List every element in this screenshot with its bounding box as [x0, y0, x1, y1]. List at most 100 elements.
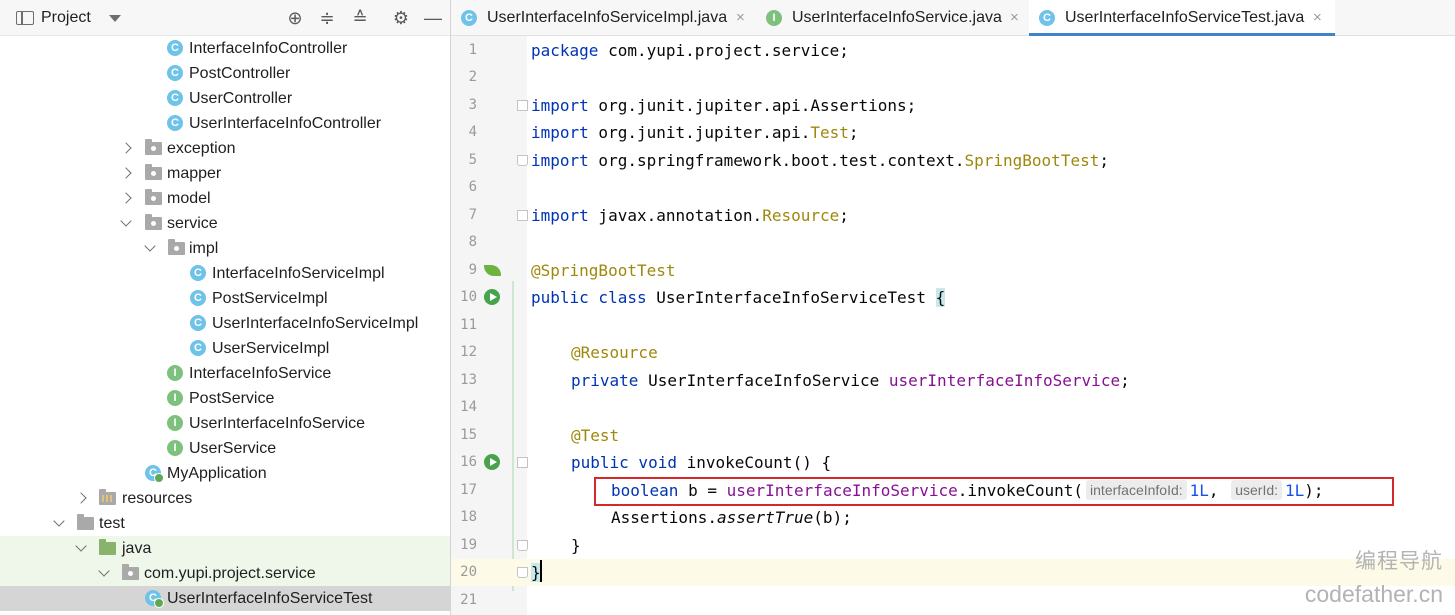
class-icon: C — [461, 10, 477, 26]
code-line: 12 @Resource — [451, 339, 1455, 366]
code-line: 16 public void invokeCount() { — [451, 449, 1455, 476]
chevron-right-icon[interactable] — [74, 486, 88, 511]
line-number: 15 — [460, 427, 477, 443]
chevron-right-icon[interactable] — [119, 161, 133, 186]
tree-item-selected[interactable]: C UserInterfaceInfoServiceTest — [0, 586, 450, 611]
tree-item[interactable]: C UserInterfaceInfoServiceImpl — [0, 311, 450, 336]
tree-item[interactable]: com.yupi.project.service — [0, 561, 450, 586]
chevron-down-icon[interactable] — [74, 536, 88, 561]
view-dropdown-icon[interactable] — [109, 15, 121, 22]
code-text: Assertions.assertTrue(b); — [611, 508, 852, 527]
project-view-title[interactable]: Project — [41, 9, 91, 27]
test-source-folder-icon — [99, 539, 116, 555]
tree-item-label: java — [122, 540, 152, 557]
package-folder-icon — [145, 214, 162, 230]
class-icon: C — [190, 265, 206, 281]
tree-item-label: InterfaceInfoService — [189, 365, 332, 382]
tree-item-label: UserServiceImpl — [212, 340, 330, 357]
code-editor[interactable]: 1 package com.yupi.project.service; 2 3 … — [451, 36, 1455, 615]
line-number: 14 — [460, 399, 477, 415]
fold-icon[interactable] — [517, 210, 528, 221]
tree-item[interactable]: mapper — [0, 161, 450, 186]
run-test-icon[interactable] — [484, 454, 500, 470]
tree-item[interactable]: I InterfaceInfoService — [0, 361, 450, 386]
close-icon[interactable]: × — [1010, 0, 1019, 36]
chevron-right-icon[interactable] — [119, 186, 133, 211]
tree-item[interactable]: test — [0, 511, 450, 536]
tree-item[interactable]: I UserService — [0, 436, 450, 461]
line-number: 1 — [468, 42, 477, 58]
spring-bean-icon[interactable] — [484, 265, 501, 276]
tree-item[interactable]: exception — [0, 136, 450, 161]
tree-item[interactable]: C UserInterfaceInfoController — [0, 111, 450, 136]
chevron-down-icon[interactable] — [97, 561, 111, 586]
fold-icon[interactable] — [517, 457, 528, 468]
tree-item[interactable]: C InterfaceInfoServiceImpl — [0, 261, 450, 286]
fold-icon[interactable] — [517, 100, 528, 111]
package-folder-icon — [145, 139, 162, 155]
hide-panel-icon[interactable]: — — [423, 8, 443, 28]
tree-item-label: exception — [167, 140, 236, 157]
tree-item-label: PostService — [189, 390, 275, 407]
tree-item[interactable]: resources — [0, 486, 450, 511]
code-line: 18 Assertions.assertTrue(b); — [451, 504, 1455, 531]
chevron-down-icon[interactable] — [119, 211, 133, 236]
expand-all-icon[interactable]: ≑ — [317, 8, 337, 28]
tree-item-label: UserController — [189, 90, 293, 107]
project-window-icon — [16, 11, 34, 25]
code-line: 6 — [451, 174, 1455, 201]
tree-item[interactable]: C PostController — [0, 61, 450, 86]
tree-item[interactable]: C MyApplication — [0, 461, 450, 486]
interface-icon: I — [167, 390, 183, 406]
interface-icon: I — [766, 10, 782, 26]
tree-item[interactable]: model — [0, 186, 450, 211]
class-icon: C — [167, 115, 183, 131]
tree-item[interactable]: java — [0, 536, 450, 561]
tab-userinterfaceinfoservice[interactable]: I UserInterfaceInfoService.java × — [756, 0, 1028, 36]
line-number: 19 — [460, 537, 477, 553]
code-line: 4 import org.junit.jupiter.api.Test; — [451, 119, 1455, 146]
code-text: private UserInterfaceInfoService userInt… — [571, 371, 1130, 390]
tab-userinterfaceinfoservicetest[interactable]: C UserInterfaceInfoServiceTest.java × — [1029, 0, 1335, 36]
line-number: 8 — [468, 234, 477, 250]
line-number: 12 — [460, 344, 477, 360]
code-line: 5 import org.springframework.boot.test.c… — [451, 147, 1455, 174]
tree-item[interactable]: C UserServiceImpl — [0, 336, 450, 361]
tree-item[interactable]: I PostService — [0, 386, 450, 411]
close-icon[interactable]: × — [736, 0, 745, 36]
tree-item[interactable]: impl — [0, 236, 450, 261]
locate-file-icon[interactable]: ⊕ — [285, 8, 305, 28]
gear-icon[interactable]: ⚙ — [391, 8, 411, 28]
code-line: 13 private UserInterfaceInfoService user… — [451, 367, 1455, 394]
highlight-box — [594, 477, 1394, 506]
class-icon: C — [167, 90, 183, 106]
code-text: import org.junit.jupiter.api.Test; — [531, 123, 859, 142]
close-icon[interactable]: × — [1313, 0, 1322, 36]
package-folder-icon — [145, 189, 162, 205]
interface-icon: I — [167, 415, 183, 431]
run-test-icon[interactable] — [484, 289, 500, 305]
project-header: Project ⊕ ≑ ≙ ⚙ — — [0, 0, 450, 36]
code-text: @Resource — [571, 343, 658, 362]
tab-label: UserInterfaceInfoService.java — [792, 9, 1002, 26]
tree-item[interactable]: C InterfaceInfoController — [0, 36, 450, 61]
chevron-down-icon[interactable] — [143, 236, 157, 261]
tree-item-label: PostServiceImpl — [212, 290, 328, 307]
tab-userinterfaceinfoserviceimpl[interactable]: C UserInterfaceInfoServiceImpl.java × — [451, 0, 755, 36]
tree-item-label: UserService — [189, 440, 277, 457]
tree-item[interactable]: C UserController — [0, 86, 450, 111]
chevron-right-icon[interactable] — [119, 136, 133, 161]
code-text: import javax.annotation.Resource; — [531, 206, 849, 225]
code-line: 2 — [451, 64, 1455, 91]
tree-item[interactable]: C PostServiceImpl — [0, 286, 450, 311]
fold-icon[interactable] — [517, 155, 528, 166]
chevron-down-icon[interactable] — [52, 511, 66, 536]
fold-icon[interactable] — [517, 540, 528, 551]
interface-icon: I — [167, 365, 183, 381]
folder-icon — [77, 514, 94, 530]
collapse-all-icon[interactable]: ≙ — [350, 8, 370, 28]
fold-icon[interactable] — [517, 567, 528, 578]
tree-item[interactable]: service — [0, 211, 450, 236]
code-text: import org.junit.jupiter.api.Assertions; — [531, 96, 917, 115]
tree-item[interactable]: I UserInterfaceInfoService — [0, 411, 450, 436]
